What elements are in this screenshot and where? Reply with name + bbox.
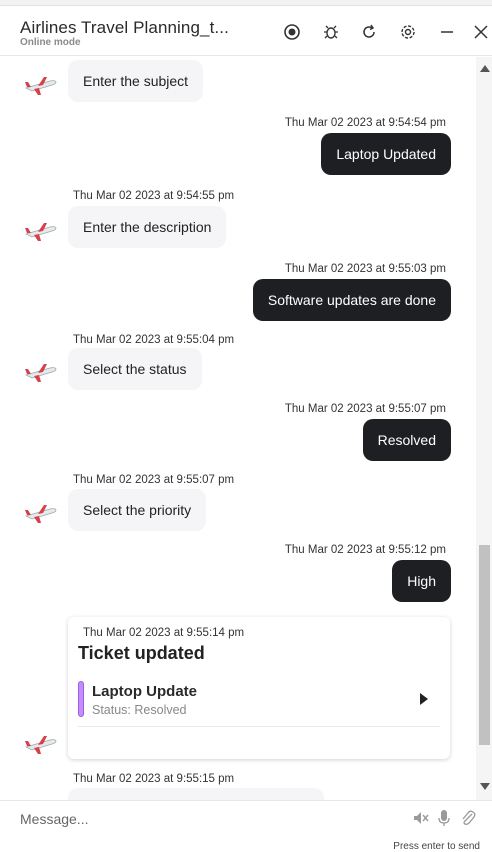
chat-scrollbar[interactable] [476,57,492,800]
airplane-avatar-icon [24,362,58,384]
close-icon[interactable] [470,21,492,43]
message-timestamp: Thu Mar 02 2023 at 9:55:04 pm [73,334,235,346]
ticket-list-item[interactable]: Laptop Update Status: Resolved [78,679,440,727]
bot-title: Airlines Travel Planning_t... [20,18,229,37]
message-composer: Press enter to send [0,800,492,852]
bot-message-bubble: Select the status [68,348,202,390]
bot-message-bubble: Enter the description [68,206,227,248]
bot-message-bubble: Enter the subject [68,60,204,102]
message-timestamp: Thu Mar 02 2023 at 9:55:03 pm [284,263,446,275]
message-timestamp: Thu Mar 02 2023 at 9:54:55 pm [73,190,235,202]
airplane-avatar-icon [24,75,58,97]
user-message-bubble: Resolved [362,419,451,461]
ticket-accent-bar [78,681,84,717]
message-timestamp: Thu Mar 02 2023 at 9:55:15 pm [73,773,235,785]
message-input[interactable] [10,807,400,831]
airplane-avatar-icon [24,221,58,243]
bug-icon[interactable] [320,21,342,43]
ticket-updated-card: Thu Mar 02 2023 at 9:55:14 pm Ticket upd… [68,617,450,759]
attachment-icon[interactable] [459,809,477,827]
message-timestamp: Thu Mar 02 2023 at 9:54:54 pm [284,117,446,129]
record-icon[interactable] [281,21,303,43]
user-message-bubble: High [392,560,451,602]
refresh-icon[interactable] [358,21,380,43]
scroll-up-arrow-icon[interactable] [480,65,490,72]
bot-message-bubble: Select the priority [68,489,207,531]
press-enter-hint: Press enter to send [393,841,480,852]
message-timestamp: Thu Mar 02 2023 at 9:55:07 pm [73,474,235,486]
user-message-bubble: Software updates are done [252,279,451,321]
chat-header: Airlines Travel Planning_t... Online mod… [0,6,492,56]
minimize-icon[interactable] [436,21,458,43]
scroll-down-arrow-icon[interactable] [480,783,490,790]
settings-icon[interactable] [397,21,419,43]
online-mode-label: Online mode [20,37,81,48]
microphone-icon[interactable] [435,809,453,827]
message-timestamp: Thu Mar 02 2023 at 9:55:07 pm [284,403,446,415]
ticket-title: Laptop Update [92,683,197,700]
airplane-avatar-icon [24,734,58,756]
bot-message-bubble-partial [68,788,324,800]
airplane-avatar-icon [24,503,58,525]
speaker-muted-icon[interactable] [412,809,430,827]
scrollbar-thumb[interactable] [479,545,490,745]
card-timestamp: Thu Mar 02 2023 at 9:55:14 pm [83,627,245,639]
chevron-right-icon[interactable] [420,693,428,705]
chat-transcript[interactable]: Enter the subject Thu Mar 02 2023 at 9:5… [0,57,476,800]
message-timestamp: Thu Mar 02 2023 at 9:55:12 pm [284,544,446,556]
user-message-bubble: Laptop Updated [321,133,451,175]
card-title: Ticket updated [78,643,205,663]
ticket-status: Status: Resolved [92,703,187,717]
